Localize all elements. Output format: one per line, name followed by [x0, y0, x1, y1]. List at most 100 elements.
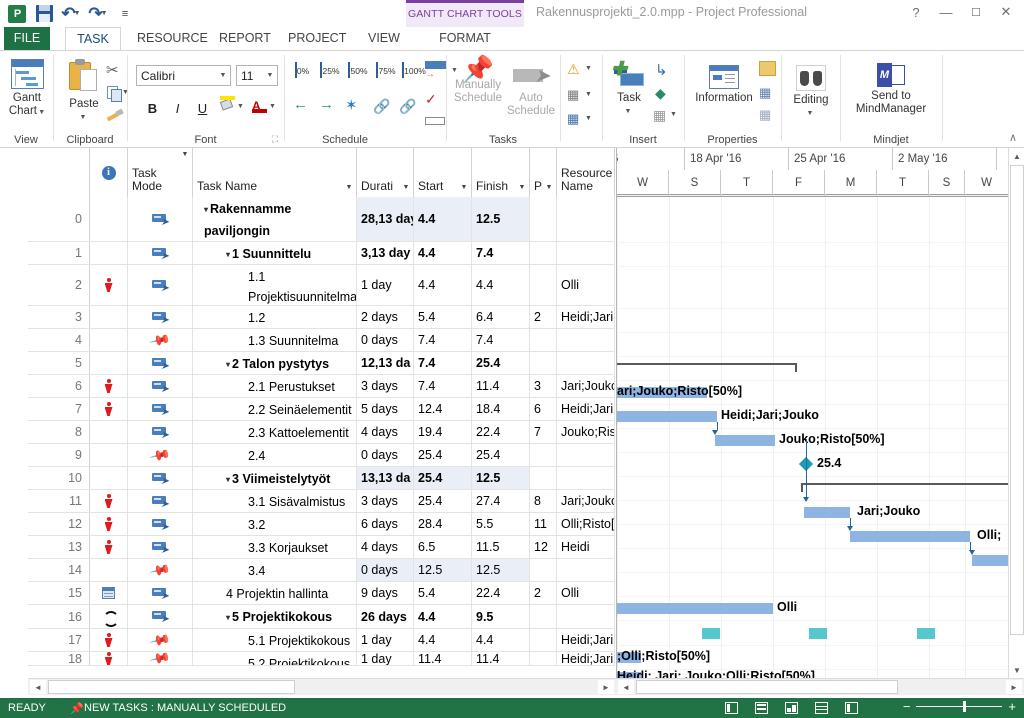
task-inspector-chevron-down-icon[interactable]: ▼ [585, 65, 592, 72]
table-horizontal-scrollbar[interactable]: ◄ ► [28, 678, 616, 695]
cell-name[interactable]: 5.1 Projektikokous 1 [193, 629, 357, 651]
cell-id[interactable]: 18 [28, 652, 90, 665]
cell-pred[interactable] [530, 444, 557, 466]
collapse-ribbon-icon[interactable]: ∧ [1009, 131, 1017, 144]
italic-button[interactable]: I [167, 98, 188, 119]
table-row[interactable]: 15 ➤ 4 Projektin hallinta 9 days 5.4 22.4 2 Oll… [28, 582, 615, 605]
cell-finish[interactable]: 12.5 [472, 559, 530, 581]
gantt-recurring-occurrence-bar[interactable] [702, 628, 720, 639]
cell-mode[interactable]: ➤ [128, 467, 193, 489]
cell-pred[interactable]: 7 [530, 421, 557, 443]
cell-ind[interactable] [90, 197, 128, 241]
cell-pred[interactable] [530, 629, 557, 651]
cell-name[interactable]: 2.3 Kattoelementit [193, 421, 357, 443]
cell-finish[interactable]: 11.4 [472, 652, 530, 665]
cell-name[interactable]: 3.2 Julkisivuverhous [193, 513, 357, 535]
cell-finish[interactable]: 11.5 [472, 536, 530, 558]
cell-start[interactable]: 7.4 [414, 375, 472, 397]
table-row[interactable]: 11 ➤ 3.1 Sisävalmistus 3 days 25.4 27.4 8 Jari;… [28, 490, 615, 513]
cell-id[interactable]: 11 [28, 490, 90, 512]
zoom-slider[interactable]: − + [903, 700, 1016, 713]
cell-pred[interactable] [530, 559, 557, 581]
cell-ind[interactable] [90, 490, 128, 512]
cell-ind[interactable] [90, 582, 128, 604]
cell-pred[interactable] [530, 352, 557, 374]
tab-project[interactable]: PROJECT [277, 27, 357, 50]
cell-name[interactable]: 3.1 Sisävalmistus [193, 490, 357, 512]
cell-name[interactable]: 4 Projektin hallinta [193, 582, 357, 604]
task-mode-chevron-down-icon[interactable]: ▼ [585, 115, 592, 122]
insert-task-chevron-down-icon[interactable]: ▼ [625, 105, 632, 118]
insert-deliverable-chevron-down-icon[interactable]: ▼ [670, 111, 677, 118]
cell-finish[interactable]: 25.4 [472, 444, 530, 466]
cell-res[interactable]: Heidi;Jari;Jouk [557, 398, 615, 420]
cell-pred[interactable] [530, 605, 557, 628]
cell-finish[interactable]: 22.4 [472, 582, 530, 604]
move-task-icon[interactable]: → [425, 61, 447, 80]
cell-pred[interactable]: 11 [530, 513, 557, 535]
gantt-scroll-right-icon[interactable]: ► [1006, 680, 1022, 694]
cell-duration[interactable]: 3 days [357, 375, 414, 397]
cell-start[interactable]: 25.4 [414, 444, 472, 466]
cell-res[interactable]: Jouko;Risto[5( [557, 421, 615, 443]
cell-duration[interactable]: 13,13 da [357, 467, 414, 489]
tab-format[interactable]: FORMAT [432, 27, 498, 50]
cell-mode[interactable]: ➤ [128, 306, 193, 328]
vertical-scroll-thumb[interactable] [1010, 165, 1024, 635]
team-planner-view-button[interactable] [782, 700, 800, 716]
tab-task[interactable]: TASK [65, 27, 121, 50]
table-horizontal-scroll-thumb[interactable] [48, 680, 295, 694]
cell-duration[interactable]: 1 day [357, 652, 414, 665]
cell-finish[interactable]: 12.5 [472, 467, 530, 489]
cell-duration[interactable]: 3 days [357, 490, 414, 512]
cell-pred[interactable]: 6 [530, 398, 557, 420]
cell-duration[interactable]: 3,13 day [357, 242, 414, 264]
cell-res[interactable] [557, 559, 615, 581]
cell-pred[interactable]: 12 [530, 536, 557, 558]
cell-duration[interactable]: 0 days [357, 329, 414, 351]
table-row[interactable]: 7 ➤ 2.2 Seinäelementit 5 days 12.4 18.4 6 Heidi… [28, 398, 615, 421]
close-icon[interactable]: ✕ [992, 2, 1020, 22]
cell-mode[interactable]: 📌 [128, 444, 193, 466]
column-header-duration[interactable]: Durati ▼ [357, 148, 414, 197]
minimize-icon[interactable]: — [932, 2, 960, 22]
insert-deliverable-icon[interactable]: ▦ [653, 107, 666, 124]
cell-pred[interactable] [530, 242, 557, 264]
cell-id[interactable]: 10 [28, 467, 90, 489]
cell-name[interactable]: 3.3 Korjaukset [193, 536, 357, 558]
cell-pred[interactable] [530, 265, 557, 305]
table-row[interactable]: 14📌3.4 Loppukatselmus0 days12.512.5 [28, 559, 615, 582]
cell-duration[interactable]: 0 days [357, 559, 414, 581]
percent-100-button[interactable]: 100% [401, 62, 427, 78]
cell-duration[interactable]: 2 days [357, 306, 414, 328]
cell-res[interactable]: Jari;Jouko;Rist [557, 375, 615, 397]
task-information-button[interactable]: Information [691, 65, 757, 105]
inspect-task-icon[interactable]: ✓ [425, 91, 437, 108]
font-size-input[interactable]: 11 ▼ [236, 65, 278, 86]
table-row[interactable]: 8 ➤ 2.3 Kattoelementit 4 days 19.4 22.4 7 Jouko… [28, 421, 615, 444]
undo-icon[interactable]: ↶ ▼ [60, 3, 82, 25]
maximize-icon[interactable]: ☐ [962, 2, 990, 22]
cell-ind[interactable] [90, 375, 128, 397]
column-filter-chevron-down-icon[interactable]: ▼ [399, 184, 413, 193]
move-project-icon[interactable]: ▦ [567, 87, 579, 103]
cell-res[interactable] [557, 352, 615, 374]
cell-pred[interactable] [530, 329, 557, 351]
cell-res[interactable] [557, 605, 615, 628]
cell-name[interactable]: ▾ 5 Projektikokous [193, 605, 357, 628]
font-name-input[interactable]: Calibri ▼ [136, 65, 231, 86]
percent-75-button[interactable]: 75% [373, 62, 399, 78]
column-header-name[interactable]: Task Name ▼ [193, 148, 357, 197]
cell-res[interactable]: Heidi [557, 536, 615, 558]
column-filter-chevron-down-icon[interactable]: ▼ [178, 151, 192, 160]
cell-mode[interactable]: ➤ [128, 513, 193, 535]
gantt-recurring-occurrence-bar[interactable] [917, 628, 935, 639]
cell-res[interactable]: Heidi;Jari;Jouk [557, 629, 615, 651]
cell-id[interactable]: 9 [28, 444, 90, 466]
column-filter-chevron-down-icon[interactable]: ▼ [342, 184, 356, 193]
add-to-timeline-icon[interactable]: ▦ [759, 107, 771, 123]
underline-button[interactable]: U [192, 98, 213, 119]
cell-ind[interactable] [90, 467, 128, 489]
cut-icon[interactable]: ✂ [106, 61, 119, 79]
cell-start[interactable]: 4.4 [414, 265, 472, 305]
